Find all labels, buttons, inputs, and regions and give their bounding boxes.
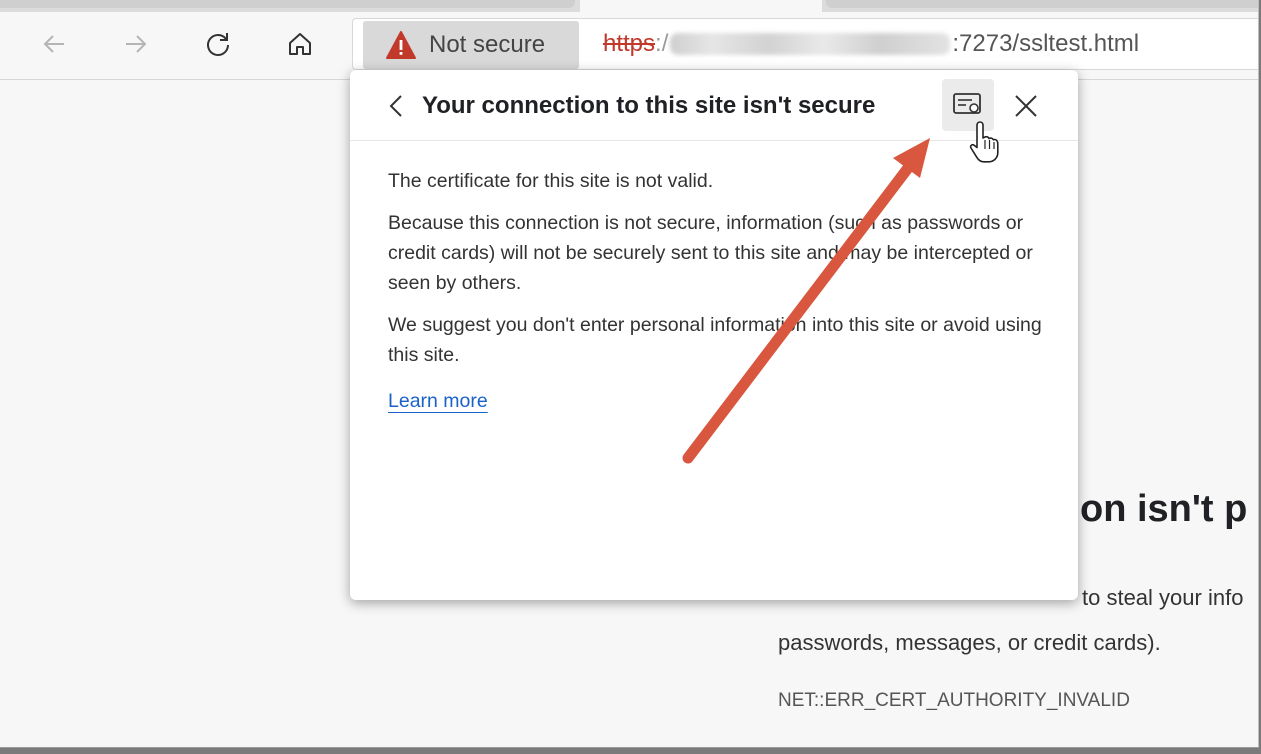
home-button[interactable] [282,26,318,62]
home-icon [289,33,311,55]
refresh-icon [207,33,229,56]
forward-button[interactable] [118,26,154,62]
address-bar[interactable]: Not secure https :/ :7273/ssltest.html [352,18,1258,70]
arrow-left-icon [43,35,64,53]
learn-more-link[interactable]: Learn more [388,386,488,416]
error-code: NET::ERR_CERT_AUTHORITY_INVALID [778,690,1130,711]
url-separator: :/ [655,30,669,57]
warning-triangle-icon [386,31,416,59]
hand-pointer-cursor-icon [969,121,999,163]
url-scheme: https [603,30,656,57]
popup-close-button[interactable] [1010,90,1042,122]
not-secure-label: Not secure [429,31,546,58]
popup-paragraph-suggestion: We suggest you don't enter personal info… [388,314,1042,366]
popup-paragraph-certificate: The certificate for this site is not val… [388,170,714,192]
tab-active[interactable] [580,0,822,12]
popup-body: The certificate for this site is not val… [388,166,1048,416]
refresh-button[interactable] [200,26,236,62]
page-heading: on isn't p [1080,488,1248,530]
arrow-right-icon [126,35,147,53]
url-text: https :/ :7273/ssltest.html [603,30,1139,58]
popup-title: Your connection to this site isn't secur… [422,92,876,119]
tab-strip [0,0,1258,12]
url-path: :7273/ssltest.html [952,30,1140,57]
back-button[interactable] [36,26,72,62]
browser-window: Not secure https :/ :7273/ssltest.html o… [0,0,1259,748]
popup-paragraph-warning: Because this connection is not secure, i… [388,212,1033,294]
redacted-hostname [670,33,951,55]
close-icon [1015,95,1037,117]
page-desc-line2: passwords, messages, or credit cards). [778,630,1161,655]
chevron-left-icon [389,95,402,117]
tab-inactive-left[interactable] [0,0,575,8]
not-secure-indicator[interactable]: Not secure [363,21,579,69]
popup-back-button[interactable] [382,90,410,122]
certificate-icon [953,93,981,114]
tab-inactive-right[interactable] [826,0,1258,8]
